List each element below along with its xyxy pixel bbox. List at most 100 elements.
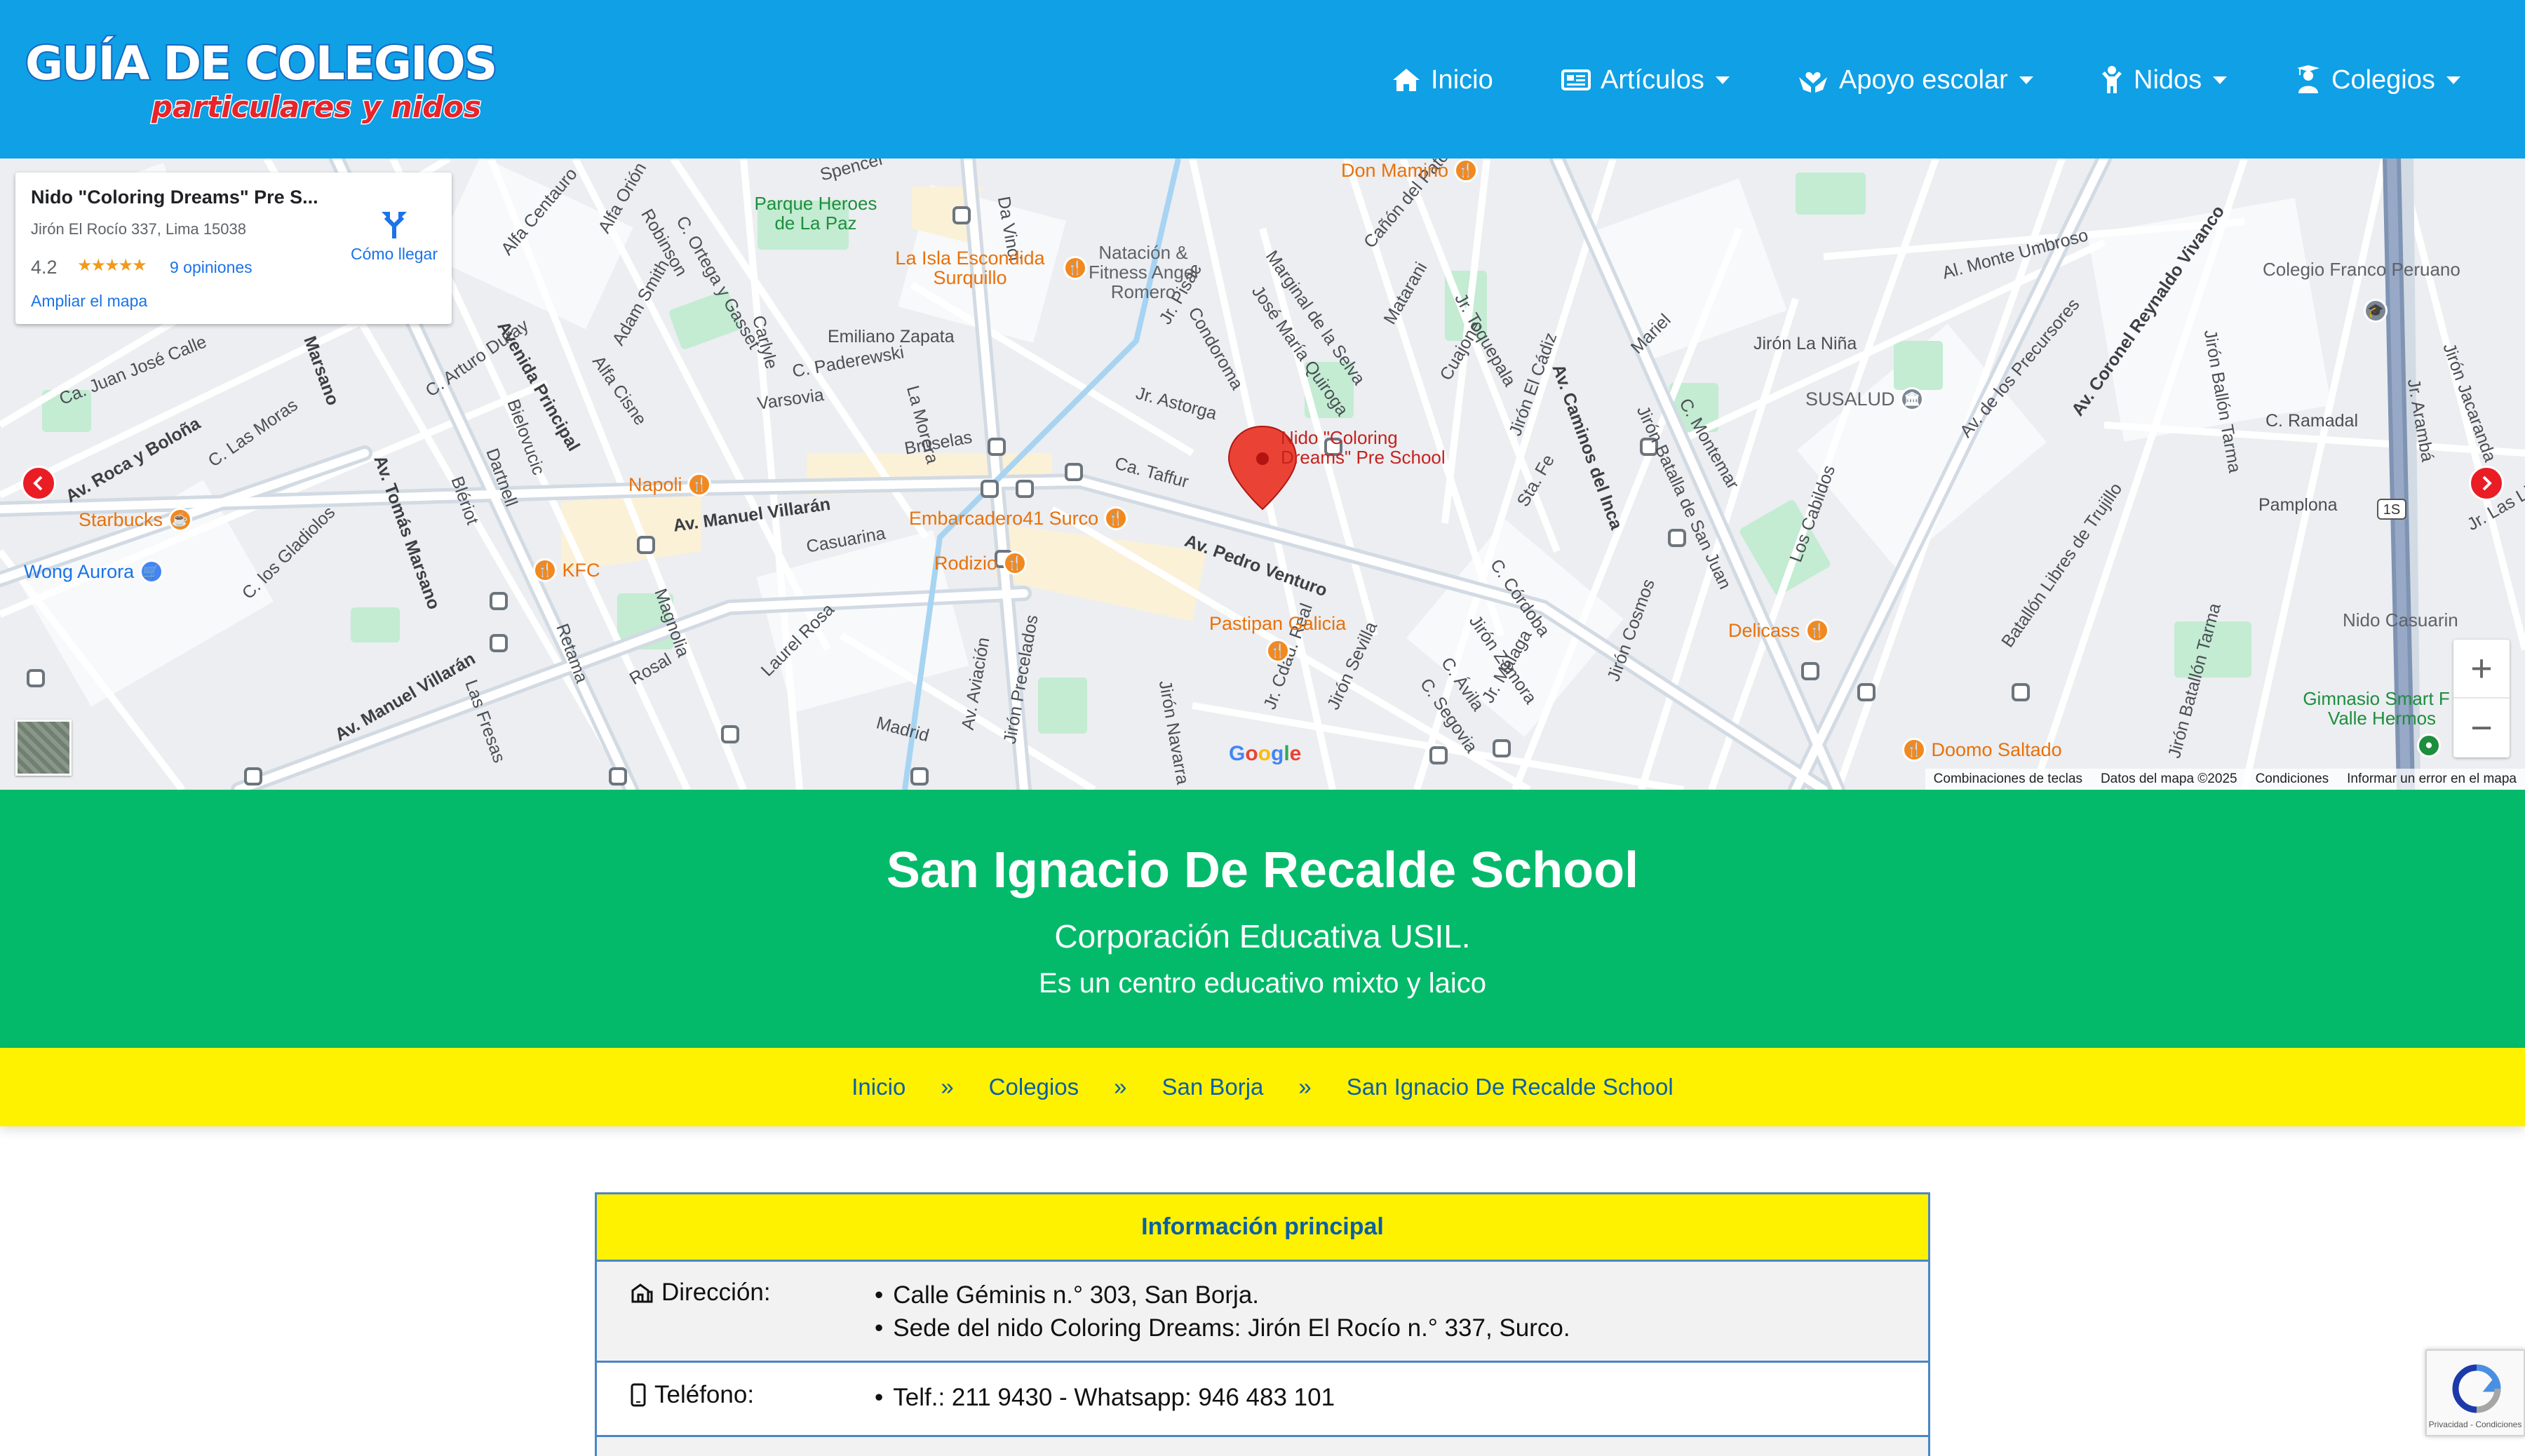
government-icon: 🏛: [1900, 387, 1925, 411]
main-info-table: Información principal Dirección: Calle G…: [595, 1192, 1930, 1456]
school-description: Es un centro educativo mixto y laico: [1038, 968, 1487, 999]
zoom-out-button[interactable]: −: [2453, 699, 2510, 757]
marker-label[interactable]: Nido "Coloring Dreams" Pre School: [1281, 428, 1446, 467]
poi-kfc[interactable]: 🍴 KFC: [533, 558, 600, 582]
nav-colegios[interactable]: Colegios: [2295, 60, 2460, 100]
map-footer: Combinaciones de teclas Datos del mapa ©…: [1925, 769, 2525, 790]
directions-button[interactable]: Cómo llegar: [345, 208, 443, 264]
restaurant-icon: 🍴: [687, 473, 712, 497]
chevron-left-icon: [33, 476, 43, 491]
address-row: Dirección: Calle Géminis n.° 303, San Bo…: [597, 1262, 1928, 1363]
nav-apoyo-label: Apoyo escolar: [1839, 65, 2008, 95]
graduate-icon: [2297, 65, 2319, 93]
reviews-link[interactable]: 9 opiniones: [170, 258, 252, 277]
address-item: Calle Géminis n.° 303, San Borja.: [875, 1279, 1570, 1312]
nav-inicio[interactable]: Inicio: [1392, 60, 1493, 100]
chevron-down-icon: [2446, 76, 2460, 84]
embedded-map[interactable]: 1S Ca. Juan José Calle Av. Roca y Boloña…: [0, 159, 2525, 790]
shopping-cart-icon: 🛒: [139, 560, 163, 584]
place-title: Nido "Coloring Dreams" Pre S...: [31, 187, 318, 208]
poi-delicass[interactable]: Delicass 🍴: [1728, 619, 1829, 642]
poi-embarcadero41[interactable]: Embarcadero41 Surco 🍴: [909, 506, 1128, 530]
school-hero: San Ignacio De Recalde School Corporació…: [0, 790, 2525, 1048]
carousel-next-button[interactable]: [2469, 466, 2504, 501]
carousel-prev-button[interactable]: [21, 466, 56, 501]
recaptcha-text: Privacidad - Condiciones: [2428, 1420, 2522, 1429]
poi-la-isla-escondida[interactable]: La Isla Escondida Surquillo 🍴: [882, 248, 1087, 288]
poi-pastipan-galicia[interactable]: Pastipan Galicia 🍴: [1209, 613, 1346, 663]
newspaper-icon: [1561, 69, 1591, 90]
hands-heart-icon: [1799, 72, 1827, 93]
logo-subtitle: particulares y nidos: [150, 89, 482, 126]
address-list: Calle Géminis n.° 303, San Borja. Sede d…: [875, 1279, 1570, 1344]
phone-list: Telf.: 211 9430 - Whatsapp: 946 483 101: [875, 1381, 1335, 1414]
phone-label: Teléfono:: [631, 1381, 754, 1409]
terms-link[interactable]: Condiciones: [2256, 771, 2329, 787]
route-shield-label: 1S: [2383, 502, 2400, 518]
breadcrumb-inicio[interactable]: Inicio: [851, 1074, 905, 1100]
map-info-card: Nido "Coloring Dreams" Pre S... Jirón El…: [15, 173, 452, 324]
poi-natacion-fitness[interactable]: Natación & Fitness Angel Romero: [1073, 243, 1213, 302]
restaurant-icon: 🍴: [1002, 551, 1027, 575]
nav-apoyo-escolar[interactable]: Apoyo escolar: [1797, 60, 2033, 100]
poi-susalud[interactable]: SUSALUD 🏛: [1805, 387, 1925, 411]
directions-icon: [382, 212, 407, 238]
restaurant-icon: 🍴: [1453, 159, 1478, 182]
site-header: GUÍA DE COLEGIOS particulares y nidos In…: [0, 0, 2525, 159]
place-address: Jirón El Rocío 337, Lima 15038: [31, 220, 246, 238]
directions-label: Cómo llegar: [351, 245, 438, 263]
satellite-toggle[interactable]: [15, 720, 72, 776]
breadcrumb-separator: »: [1298, 1074, 1312, 1100]
school-subtitle: Corporación Educativa USIL.: [1054, 918, 1471, 955]
enlarge-map-link[interactable]: Ampliar el mapa: [31, 292, 147, 311]
breadcrumb-current[interactable]: San Ignacio De Recalde School: [1347, 1074, 1674, 1100]
breadcrumb-separator: »: [1114, 1074, 1127, 1100]
poi-don-mamino[interactable]: Don Mamino 🍴: [1341, 159, 1478, 182]
chevron-down-icon: [2213, 76, 2228, 84]
breadcrumb: Inicio » Colegios » San Borja » San Igna…: [0, 1048, 2525, 1126]
chevron-right-icon: [2482, 476, 2492, 491]
poi-starbucks[interactable]: Starbucks ☕: [79, 508, 192, 532]
poi-nido-casuarin[interactable]: Nido Casuarin: [2343, 610, 2458, 630]
keyboard-shortcuts-link[interactable]: Combinaciones de teclas: [1934, 771, 2082, 787]
rating-stars-icon: ★★★★★: [77, 256, 147, 275]
restaurant-icon: 🍴: [1103, 506, 1128, 530]
building-icon: [631, 1283, 653, 1303]
restaurant-icon: 🍴: [1265, 639, 1290, 663]
google-logo: Google: [1229, 742, 1302, 765]
info-table-heading: Información principal: [597, 1194, 1928, 1262]
poi-rodizio[interactable]: Rodizio 🍴: [934, 551, 1027, 575]
breadcrumb-san-borja[interactable]: San Borja: [1162, 1074, 1263, 1100]
map-data-link[interactable]: Datos del mapa ©2025: [2101, 771, 2237, 787]
nav-inicio-label: Inicio: [1431, 65, 1493, 95]
nav-articulos-label: Artículos: [1601, 65, 1704, 95]
poi-gimnasio-smart[interactable]: Gimnasio Smart F - Valle Hermos: [2298, 689, 2466, 728]
recaptcha-icon: [2452, 1364, 2501, 1413]
poi-doomo-saltado[interactable]: 🍴 Doomo Saltado: [1902, 738, 2062, 762]
chevron-down-icon: [2019, 76, 2033, 84]
nav-articulos[interactable]: Artículos: [1561, 60, 1730, 100]
zoom-in-button[interactable]: +: [2453, 640, 2510, 699]
poi-parque-heroes[interactable]: Parque Heroes de La Paz: [742, 194, 889, 233]
nav-colegios-label: Colegios: [2331, 65, 2435, 95]
page-title: San Ignacio De Recalde School: [886, 842, 1639, 898]
address-item: Sede del nido Coloring Dreams: Jirón El …: [875, 1312, 1570, 1344]
chevron-down-icon: [1715, 76, 1730, 84]
poi-napoli[interactable]: Napoli 🍴: [628, 473, 712, 497]
school-icon: 🎓: [2364, 299, 2388, 323]
nav-nidos-label: Nidos: [2134, 65, 2202, 95]
nav-nidos[interactable]: Nidos: [2100, 60, 2228, 100]
gym-icon: ●: [2417, 734, 2441, 757]
recaptcha-badge[interactable]: Privacidad - Condiciones: [2425, 1349, 2525, 1436]
site-logo[interactable]: GUÍA DE COLEGIOS particulares y nidos: [24, 35, 499, 135]
report-error-link[interactable]: Informar un error en el mapa: [2347, 771, 2517, 787]
poi-colegio-franco-peruano[interactable]: Colegio Franco Peruano: [2263, 259, 2460, 279]
poi-wong-aurora[interactable]: Wong Aurora 🛒: [24, 560, 163, 584]
logo-title: GUÍA DE COLEGIOS: [24, 35, 499, 92]
child-icon: [2102, 66, 2122, 93]
cafe-icon: ☕: [168, 508, 192, 532]
restaurant-icon: 🍴: [1902, 738, 1926, 762]
address-label: Dirección:: [631, 1279, 771, 1307]
breadcrumb-colegios[interactable]: Colegios: [989, 1074, 1079, 1100]
place-rating: 4.2: [31, 257, 58, 278]
